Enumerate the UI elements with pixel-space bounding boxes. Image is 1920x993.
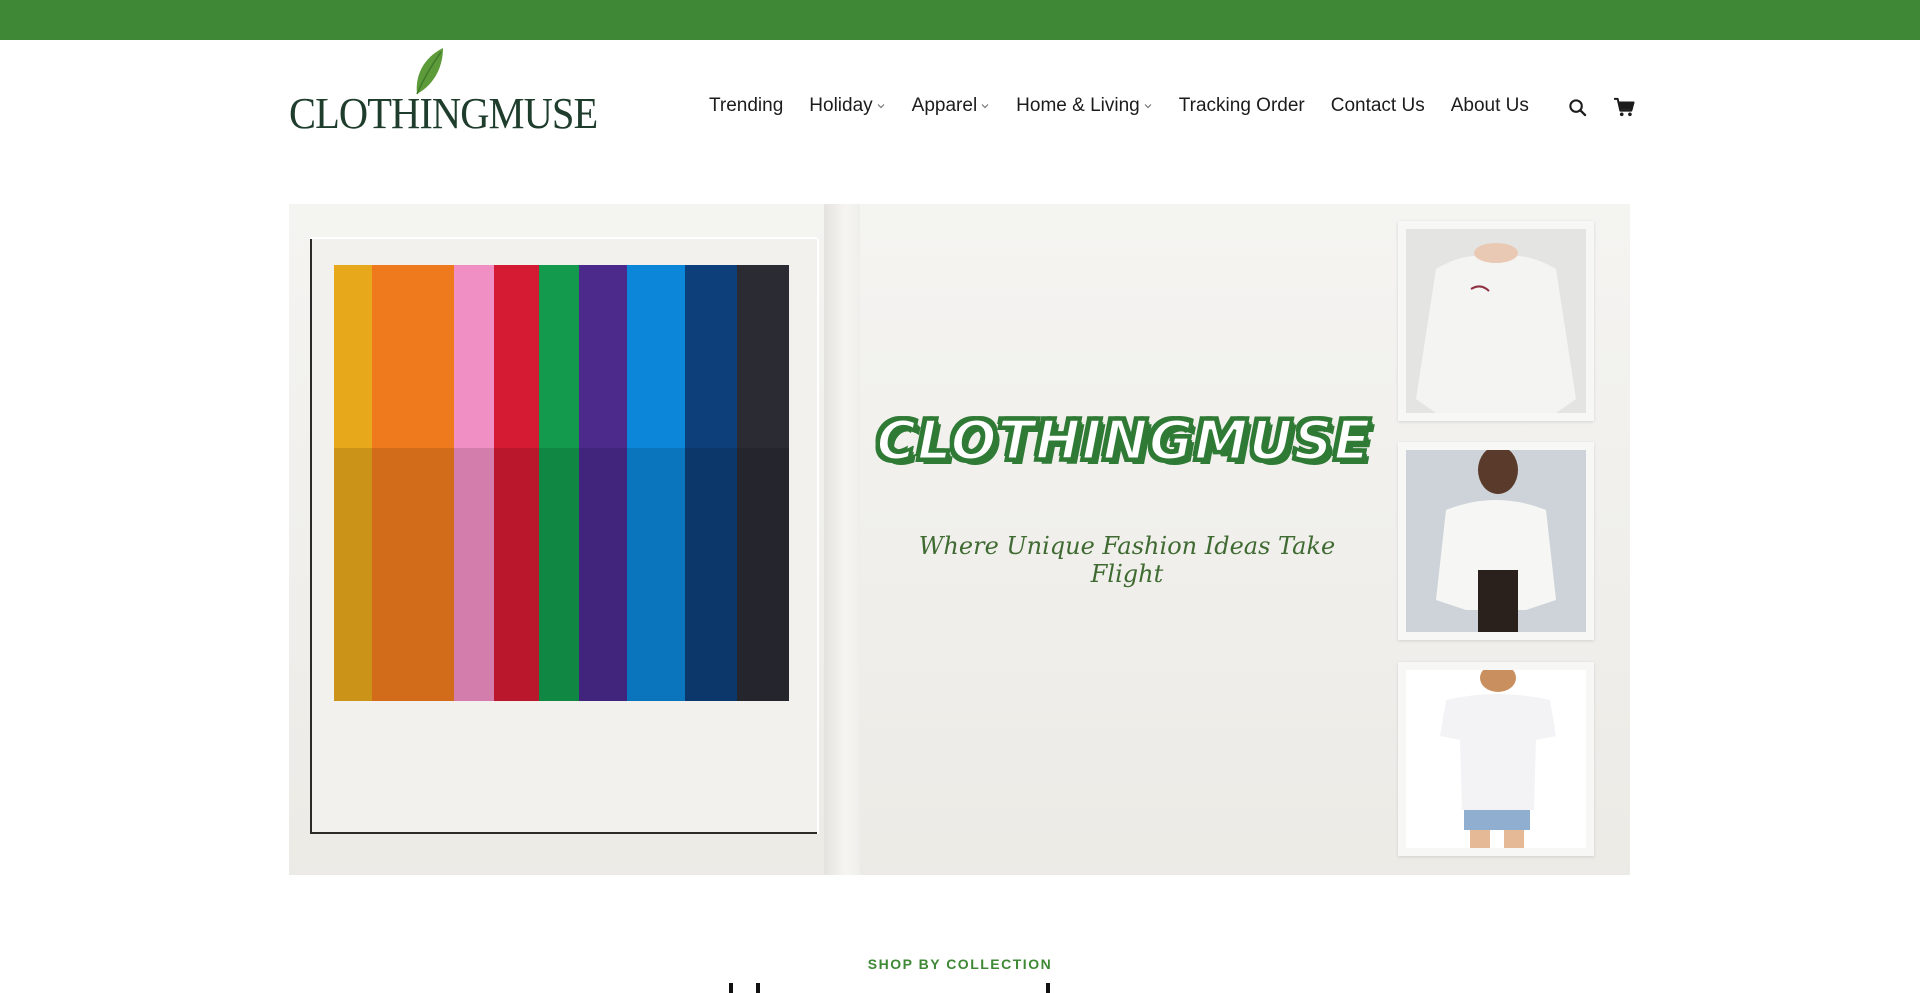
sweatshirt-photo: [1398, 221, 1594, 421]
nav-item-label: Tracking Order: [1178, 95, 1305, 116]
chevron-down-icon: [1144, 104, 1152, 109]
white-shirt-model-photo: [1398, 442, 1594, 640]
nav-item-label: Home & Living: [1016, 95, 1140, 116]
nav-item-apparel[interactable]: Apparel: [912, 95, 991, 117]
chevron-down-icon: [877, 104, 885, 109]
torn-paper-edge: [824, 204, 860, 875]
header-actions: [1566, 96, 1635, 118]
site-header: CLOTHINGMUSE Trending Holiday Apparel Ho…: [0, 40, 1920, 175]
top-announcement-bar: [0, 0, 1920, 40]
site-logo[interactable]: CLOTHINGMUSE: [289, 44, 598, 140]
nav-item-label: Trending: [709, 95, 784, 116]
search-icon[interactable]: [1566, 96, 1588, 118]
nav-item-trending[interactable]: Trending: [709, 95, 783, 117]
polaroid-frame: [310, 239, 817, 834]
logo-wordmark: CLOTHINGMUSE: [289, 89, 598, 138]
hero-tagline: Where Unique Fashion Ideas Take Flight: [918, 532, 1336, 588]
colorful-tshirts-image: [334, 265, 789, 701]
white-tshirt-model-photo: [1398, 662, 1594, 856]
nav-item-label: Contact Us: [1330, 95, 1425, 116]
section-heading-partial: [0, 983, 1920, 993]
chevron-down-icon: [981, 104, 989, 109]
nav-item-contact-us[interactable]: Contact Us: [1331, 95, 1425, 117]
nav-item-label: Apparel: [911, 95, 978, 116]
nav-item-tracking-order[interactable]: Tracking Order: [1179, 95, 1305, 117]
nav-item-about-us[interactable]: About Us: [1451, 95, 1529, 117]
nav-item-label: Holiday: [809, 95, 873, 116]
hero-banner[interactable]: CLOTHINGMUSE Where Unique Fashion Ideas …: [289, 204, 1630, 875]
nav-item-holiday[interactable]: Holiday: [809, 95, 885, 117]
main-navigation: Trending Holiday Apparel Home & Living T…: [709, 95, 1529, 117]
cart-icon[interactable]: [1613, 96, 1635, 118]
section-eyebrow-label: SHOP BY COLLECTION: [867, 956, 1053, 972]
nav-item-home-living[interactable]: Home & Living: [1016, 95, 1153, 117]
nav-item-label: About Us: [1450, 95, 1529, 116]
hero-brand-title: CLOTHINGMUSE: [875, 408, 1372, 474]
